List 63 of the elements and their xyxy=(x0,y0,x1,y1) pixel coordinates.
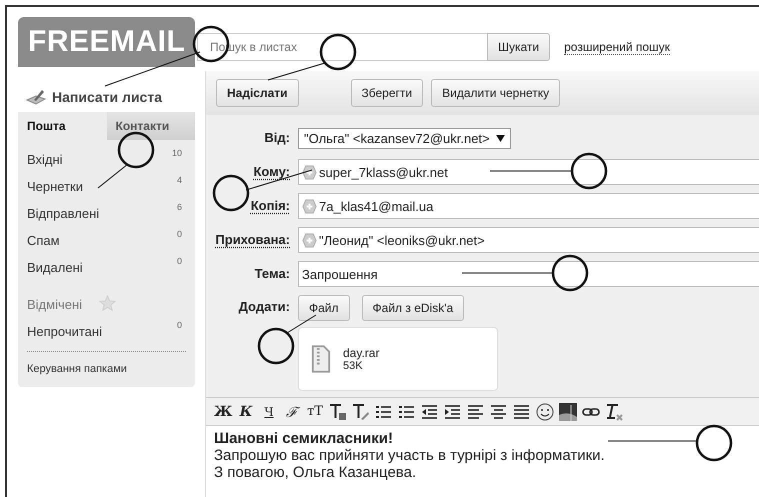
toolbar-button[interactable]: Видалити чернетку xyxy=(431,79,560,107)
message-text: З повагою, Ольга Казанцева. xyxy=(214,464,418,481)
highlight-icon[interactable] xyxy=(352,402,370,420)
attachment-card[interactable]: day.rar 53K xyxy=(298,327,498,391)
subject-field[interactable]: Запрошення xyxy=(298,261,759,287)
attach-button[interactable]: Файл xyxy=(298,295,350,321)
sender-select[interactable]: "Ольга" <kazansev72@ukr.net> xyxy=(298,128,511,148)
advanced-search-link[interactable]: розширений пошук xyxy=(564,40,670,54)
folder-link[interactable]: Вхідні xyxy=(27,152,63,167)
smiley-icon[interactable] xyxy=(536,402,554,420)
field-label: Прихована: xyxy=(214,231,290,249)
field-label: Тема: xyxy=(254,265,290,283)
format-button[interactable]: К xyxy=(237,404,255,420)
field-label: Від: xyxy=(263,129,290,147)
star-icon xyxy=(99,295,116,312)
field-label: Копія: xyxy=(250,197,290,215)
toolbar-button[interactable]: Зберегти xyxy=(350,79,424,107)
folder-link[interactable]: Видалені xyxy=(27,260,83,275)
field-label: Кому: xyxy=(252,163,290,181)
compose-link[interactable]: Написати листа xyxy=(52,89,162,105)
folder-link[interactable]: Спам xyxy=(27,233,60,248)
format-button[interactable]: ℱ xyxy=(283,402,301,421)
align-left-icon[interactable] xyxy=(467,402,485,420)
folder-link[interactable]: Відмічені xyxy=(27,297,82,312)
recipient-field[interactable]: "Леонид" <leoniks@ukr.net> xyxy=(298,227,759,253)
message-count: 0 xyxy=(176,256,183,266)
format-button[interactable]: тТ xyxy=(306,404,324,419)
field-label: Додати: xyxy=(238,298,290,316)
message-count: 0 xyxy=(176,229,183,239)
clear-format-icon[interactable] xyxy=(605,402,623,420)
attach-button[interactable]: Файл з eDisk'a xyxy=(362,295,464,321)
callout-marker xyxy=(98,132,154,188)
image-icon[interactable] xyxy=(559,402,577,420)
indent-icon[interactable] xyxy=(444,402,462,420)
add-contact-icon[interactable] xyxy=(302,164,317,180)
file-size: 53K xyxy=(343,360,364,372)
pen-icon xyxy=(26,89,46,105)
recipient-field[interactable]: super_7klass@ukr.net xyxy=(298,159,759,185)
outdent-icon[interactable] xyxy=(421,402,439,420)
message-count: 0 xyxy=(176,320,183,330)
folder-link[interactable]: Чернетки xyxy=(27,179,84,194)
text-color-icon[interactable] xyxy=(329,402,347,420)
toolbar-button[interactable]: Надіслати xyxy=(216,79,299,107)
recipient-field[interactable]: 7a_klas41@mail.ua xyxy=(298,193,759,219)
search-button[interactable]: Шукати xyxy=(487,33,550,61)
dropdown-arrow-icon xyxy=(496,134,505,142)
message-count: 6 xyxy=(176,202,183,212)
format-button[interactable]: Ч xyxy=(260,404,278,418)
message-count: 10 xyxy=(172,148,183,158)
file-name: day.rar xyxy=(343,346,380,360)
folder-link[interactable]: Непрочитані xyxy=(27,324,102,339)
tab[interactable]: Контакти xyxy=(106,112,195,140)
align-justify-icon[interactable] xyxy=(513,402,531,420)
format-button[interactable]: Ж xyxy=(214,404,232,420)
manage-folders-link[interactable]: Керування папками xyxy=(27,363,127,375)
message-count: 4 xyxy=(176,175,183,185)
callout-marker xyxy=(258,314,316,364)
folder-link[interactable]: Відправлені xyxy=(27,206,100,221)
align-center-icon[interactable] xyxy=(490,402,508,420)
tab[interactable]: Пошта xyxy=(18,112,106,140)
message-text: Запрошую вас прийняти участь в турнірі з інформатики. xyxy=(214,447,606,464)
archive-file-icon xyxy=(311,345,331,373)
message-text: Шановні семикласники! xyxy=(214,430,394,447)
